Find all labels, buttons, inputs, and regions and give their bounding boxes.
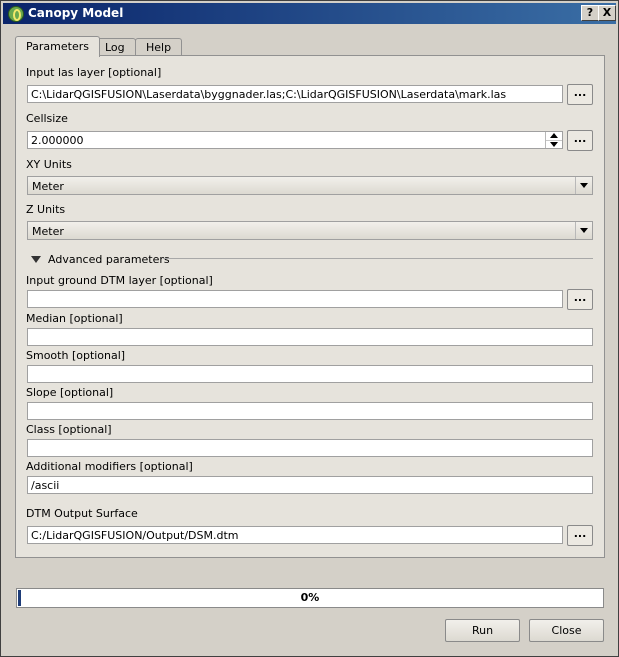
z-units-label: Z Units [26, 203, 66, 216]
help-title-button[interactable]: ? [581, 5, 599, 21]
median-field[interactable] [27, 328, 593, 346]
xy-units-label: XY Units [26, 158, 72, 171]
close-button[interactable]: Close [529, 619, 604, 642]
input-las-browse-button[interactable]: ... [567, 84, 593, 105]
collapse-triangle-icon[interactable] [30, 254, 43, 266]
cellsize-spin-buttons [545, 132, 562, 148]
input-las-label: Input las layer [optional] [26, 66, 162, 79]
class-field[interactable] [27, 439, 593, 457]
cellsize-value: 2.000000 [31, 134, 84, 147]
output-browse-button[interactable]: ... [567, 525, 593, 546]
z-units-value: Meter [32, 225, 64, 238]
window-title: Canopy Model [28, 6, 124, 20]
xy-units-value: Meter [32, 180, 64, 193]
qgis-logo-icon [8, 6, 24, 22]
class-label: Class [optional] [26, 423, 112, 436]
tab-log[interactable]: Log [94, 38, 136, 56]
modifiers-label: Additional modifiers [optional] [26, 460, 193, 473]
input-las-field[interactable]: C:\LidarQGISFUSION\Laserdata\byggnader.l… [27, 85, 563, 103]
median-label: Median [optional] [26, 312, 123, 325]
chevron-down-icon[interactable] [575, 222, 592, 239]
tab-help[interactable]: Help [135, 38, 183, 56]
xy-units-select[interactable]: Meter [27, 176, 593, 195]
parameters-panel: Input las layer [optional] C:\LidarQGISF… [15, 55, 605, 558]
slope-label: Slope [optional] [26, 386, 114, 399]
smooth-label: Smooth [optional] [26, 349, 126, 362]
smooth-field[interactable] [27, 365, 593, 383]
close-title-button[interactable]: X [598, 5, 616, 21]
tab-parameters[interactable]: Parameters [15, 36, 100, 57]
dialog-window: Canopy Model ? X Parameters Log Help Inp… [0, 0, 619, 657]
cellsize-browse-button[interactable]: ... [567, 130, 593, 151]
title-bar[interactable]: Canopy Model ? X [3, 3, 616, 24]
ground-dtm-label: Input ground DTM layer [optional] [26, 274, 213, 287]
z-units-select[interactable]: Meter [27, 221, 593, 240]
chevron-down-icon[interactable] [575, 177, 592, 194]
cellsize-label: Cellsize [26, 112, 68, 125]
spin-down-icon[interactable] [546, 140, 562, 148]
cellsize-spinbox[interactable]: 2.000000 [27, 131, 563, 149]
slope-field[interactable] [27, 402, 593, 420]
advanced-divider [163, 258, 593, 259]
ground-dtm-browse-button[interactable]: ... [567, 289, 593, 310]
run-button[interactable]: Run [445, 619, 520, 642]
progress-text: 0% [300, 591, 320, 604]
output-field[interactable]: C:/LidarQGISFUSION/Output/DSM.dtm [27, 526, 563, 544]
modifiers-field[interactable]: /ascii [27, 476, 593, 494]
ground-dtm-field[interactable] [27, 290, 563, 308]
advanced-parameters-toggle[interactable]: Advanced parameters [48, 253, 170, 266]
output-label: DTM Output Surface [26, 507, 138, 520]
progress-bar: 0% [16, 588, 604, 608]
